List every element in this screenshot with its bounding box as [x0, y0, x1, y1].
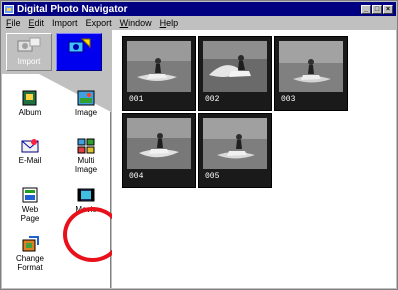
menu-import[interactable]: Import	[48, 18, 82, 28]
multi-image-tool[interactable]: Multi Image	[65, 138, 107, 174]
jetski-photo	[127, 118, 191, 169]
menu-help[interactable]: Help	[156, 18, 183, 28]
camera-import-icon	[16, 36, 42, 56]
thumbnail-label: 005	[205, 172, 220, 181]
app-icon[interactable]	[4, 4, 14, 14]
maximize-button[interactable]: □	[372, 4, 382, 14]
change-format-label: Change Format	[15, 254, 45, 272]
jetski-photo	[203, 41, 267, 92]
multi-image-icon	[77, 138, 95, 154]
image-icon	[77, 90, 95, 106]
tab-export[interactable]: Export	[56, 33, 102, 71]
thumbnail-label: 004	[129, 172, 144, 181]
thumbnail-005[interactable]: 005	[198, 113, 272, 188]
sidebar: Import Export Album Image E-Mail Multi I…	[2, 30, 122, 288]
album-tool[interactable]: Album	[9, 90, 51, 117]
multi-image-label: Multi Image	[74, 156, 98, 174]
tab-import-label: Import	[17, 57, 41, 66]
thumbnail-001[interactable]: 001	[122, 36, 196, 111]
email-icon	[21, 138, 39, 154]
thumbnail-002[interactable]: 002	[198, 36, 272, 111]
thumbnail-panel: 001 002 003 004 005	[112, 30, 396, 288]
image-tool[interactable]: Image	[65, 90, 107, 117]
album-icon	[21, 90, 39, 106]
jetski-photo	[203, 118, 267, 169]
menu-bar: File Edit Import Export Window Help	[2, 16, 396, 29]
email-label: E-Mail	[18, 156, 42, 165]
minimize-button[interactable]: _	[361, 4, 371, 14]
window-title: Digital Photo Navigator	[17, 3, 128, 15]
jetski-photo	[279, 41, 343, 92]
image-label: Image	[74, 108, 98, 117]
thumbnail-label: 002	[205, 95, 220, 104]
thumbnail-label: 001	[129, 95, 144, 104]
tab-export-label: Export	[67, 57, 91, 66]
album-label: Album	[18, 108, 42, 117]
menu-window[interactable]: Window	[116, 18, 156, 28]
menu-edit[interactable]: Edit	[25, 18, 49, 28]
web-page-label: Web Page	[20, 205, 40, 223]
thumbnail-004[interactable]: 004	[122, 113, 196, 188]
menu-file[interactable]: File	[2, 18, 25, 28]
web-page-icon	[21, 187, 39, 203]
change-format-icon	[21, 236, 39, 252]
menu-export[interactable]: Export	[82, 18, 116, 28]
camera-export-icon	[66, 36, 92, 56]
web-page-tool[interactable]: Web Page	[9, 187, 51, 223]
title-bar[interactable]: Digital Photo Navigator _ □ ×	[2, 2, 396, 16]
thumbnail-label: 003	[281, 95, 296, 104]
movie-icon	[77, 187, 95, 203]
thumbnail-003[interactable]: 003	[274, 36, 348, 111]
close-button[interactable]: ×	[383, 4, 393, 14]
tab-import[interactable]: Import	[6, 33, 52, 71]
app-window: Digital Photo Navigator _ □ × File Edit …	[0, 0, 398, 290]
email-tool[interactable]: E-Mail	[9, 138, 51, 165]
change-format-tool[interactable]: Change Format	[9, 236, 51, 272]
jetski-photo	[127, 41, 191, 92]
